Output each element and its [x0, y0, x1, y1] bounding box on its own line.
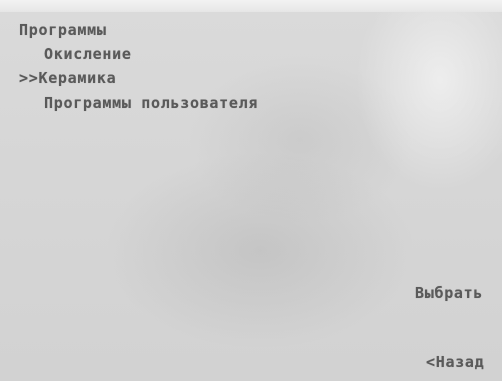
- screen-top-edge: [0, 0, 502, 12]
- page-title: Программы: [19, 21, 107, 39]
- back-softkey[interactable]: <Назад: [426, 353, 484, 371]
- select-softkey[interactable]: Выбрать: [415, 284, 483, 302]
- menu-item-label: Программы пользователя: [44, 94, 259, 112]
- menu-item-oxidation[interactable]: Окисление: [44, 45, 132, 63]
- selection-cursor: >>: [19, 69, 39, 87]
- lcd-screen: Программы Окисление >>Керамика Программы…: [0, 0, 502, 381]
- menu-item-label: Керамика: [38, 69, 117, 87]
- menu-item-label: Окисление: [44, 45, 132, 63]
- menu-item-ceramics[interactable]: >>Керамика: [19, 69, 116, 87]
- menu-item-user-programs[interactable]: Программы пользователя: [44, 94, 258, 112]
